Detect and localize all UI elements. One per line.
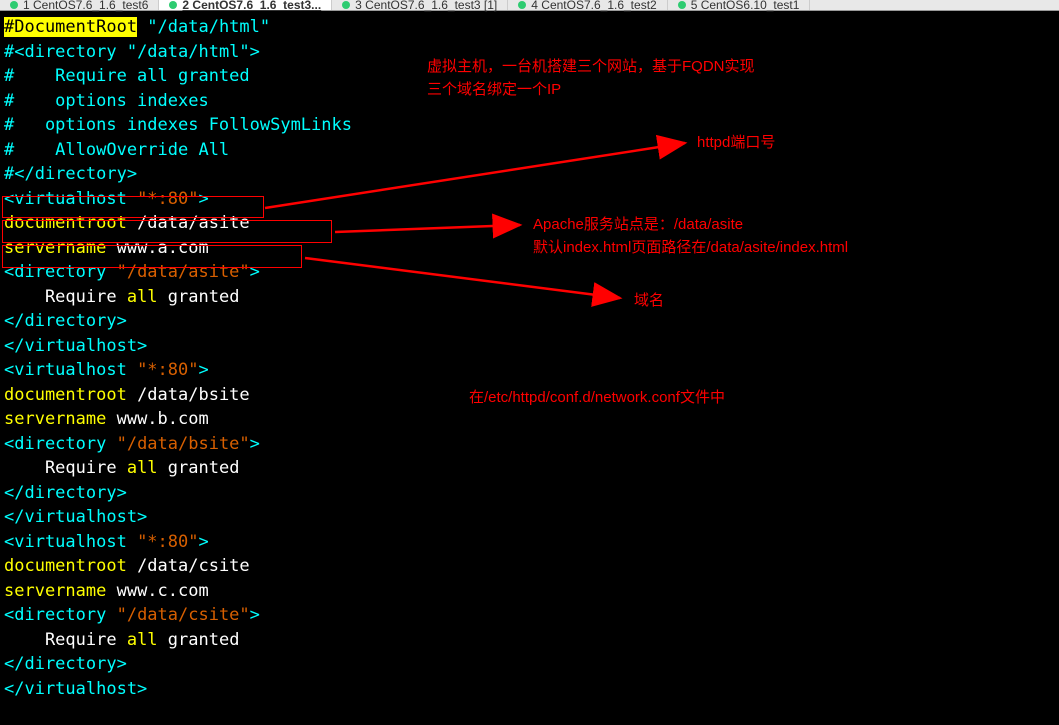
tab-bar: 1 CentOS7.6_1.6_test6 2 CentOS7.6_1.6_te… <box>0 0 1059 11</box>
code-line: servername www.b.com <box>4 407 1055 432</box>
code-line: <virtualhost "*:80"> <box>4 358 1055 383</box>
code-line: # AllowOverride All <box>4 138 1055 163</box>
code-line: Require all granted <box>4 628 1055 653</box>
tab-2[interactable]: 2 CentOS7.6_1.6_test3... <box>159 0 332 10</box>
code-line: <directory "/data/csite"> <box>4 603 1055 628</box>
code-line: Require all granted <box>4 456 1055 481</box>
tab-3[interactable]: 3 CentOS7.6_1.6_test3 [1] <box>332 0 508 10</box>
tab-4[interactable]: 4 CentOS7.6_1.6_test2 <box>508 0 667 10</box>
code-line: </virtualhost> <box>4 677 1055 702</box>
tab-1[interactable]: 1 CentOS7.6_1.6_test6 <box>0 0 159 10</box>
code-line: Require all granted <box>4 285 1055 310</box>
status-dot-icon <box>518 1 526 9</box>
tab-5[interactable]: 5 CentOS6.10_test1 <box>668 0 811 10</box>
code-line: </virtualhost> <box>4 334 1055 359</box>
code-line: <virtualhost "*:80"> <box>4 530 1055 555</box>
code-editor[interactable]: #DocumentRoot "/data/html" #<directory "… <box>0 11 1059 705</box>
code-line: servername www.a.com <box>4 236 1055 261</box>
annotation-apache-site: Apache服务站点是：/data/asite <box>533 213 743 234</box>
annotation-domain: 域名 <box>634 289 664 310</box>
code-line: <directory "/data/asite"> <box>4 260 1055 285</box>
annotation-index-path: 默认index.html页面路径在/data/asite/index.html <box>533 236 848 257</box>
annotation-httpd-port: httpd端口号 <box>697 131 775 152</box>
code-line: </directory> <box>4 309 1055 334</box>
code-line: # options indexes FollowSymLinks <box>4 113 1055 138</box>
code-line: documentroot /data/csite <box>4 554 1055 579</box>
code-line: </directory> <box>4 481 1055 506</box>
status-dot-icon <box>342 1 350 9</box>
code-line: </virtualhost> <box>4 505 1055 530</box>
code-line: #DocumentRoot "/data/html" <box>4 15 1055 40</box>
annotation-conf-file: 在/etc/httpd/conf.d/network.conf文件中 <box>469 386 725 407</box>
annotation-vhost-intro-2: 三个域名绑定一个IP <box>427 78 561 99</box>
code-line: #</directory> <box>4 162 1055 187</box>
code-line: <directory "/data/bsite"> <box>4 432 1055 457</box>
code-line: documentroot /data/asite <box>4 211 1055 236</box>
code-line: <virtualhost "*:80"> <box>4 187 1055 212</box>
status-dot-icon <box>169 1 177 9</box>
code-line: servername www.c.com <box>4 579 1055 604</box>
status-dot-icon <box>678 1 686 9</box>
status-dot-icon <box>10 1 18 9</box>
annotation-vhost-intro-1: 虚拟主机，一台机搭建三个网站，基于FQDN实现 <box>427 55 755 76</box>
code-line: </directory> <box>4 652 1055 677</box>
